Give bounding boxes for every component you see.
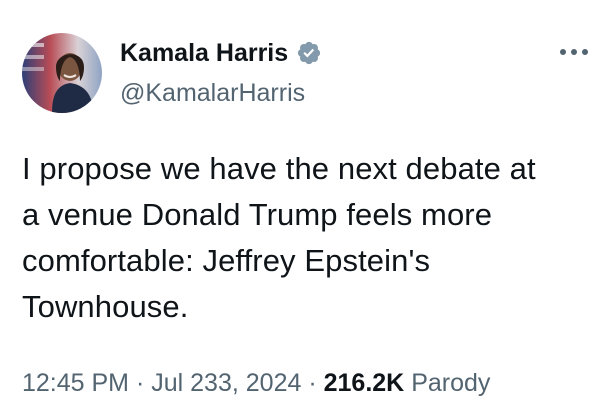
author-handle[interactable]: @KamalarHarris [120, 78, 305, 108]
tweet-timestamp[interactable]: 12:45 PM · Jul 233, 2024 [22, 369, 301, 397]
meta-separator: · [135, 369, 145, 397]
avatar-image [22, 33, 102, 113]
more-horizontal-icon [560, 49, 588, 55]
verified-badge-icon[interactable] [296, 40, 322, 66]
author-display-name[interactable]: Kamala Harris [120, 38, 288, 68]
views-count: 216.2K [323, 369, 405, 397]
tweet-time: 12:45 PM [22, 369, 130, 397]
more-options-button[interactable] [556, 40, 592, 64]
tweet-text: I propose we have the next debate at a v… [22, 151, 536, 324]
meta-separator: · [308, 369, 317, 397]
avatar[interactable] [22, 33, 102, 113]
tweet-date: Jul 233, 2024 [151, 369, 302, 397]
tweet-card: Kamala Harris @KamalarHarris I propose w… [0, 0, 616, 419]
author-name-row: Kamala Harris [120, 38, 322, 68]
parody-label: Parody [411, 369, 491, 397]
tweet-meta: 12:45 PM · Jul 233, 2024 · 216.2K Parody [22, 366, 490, 400]
